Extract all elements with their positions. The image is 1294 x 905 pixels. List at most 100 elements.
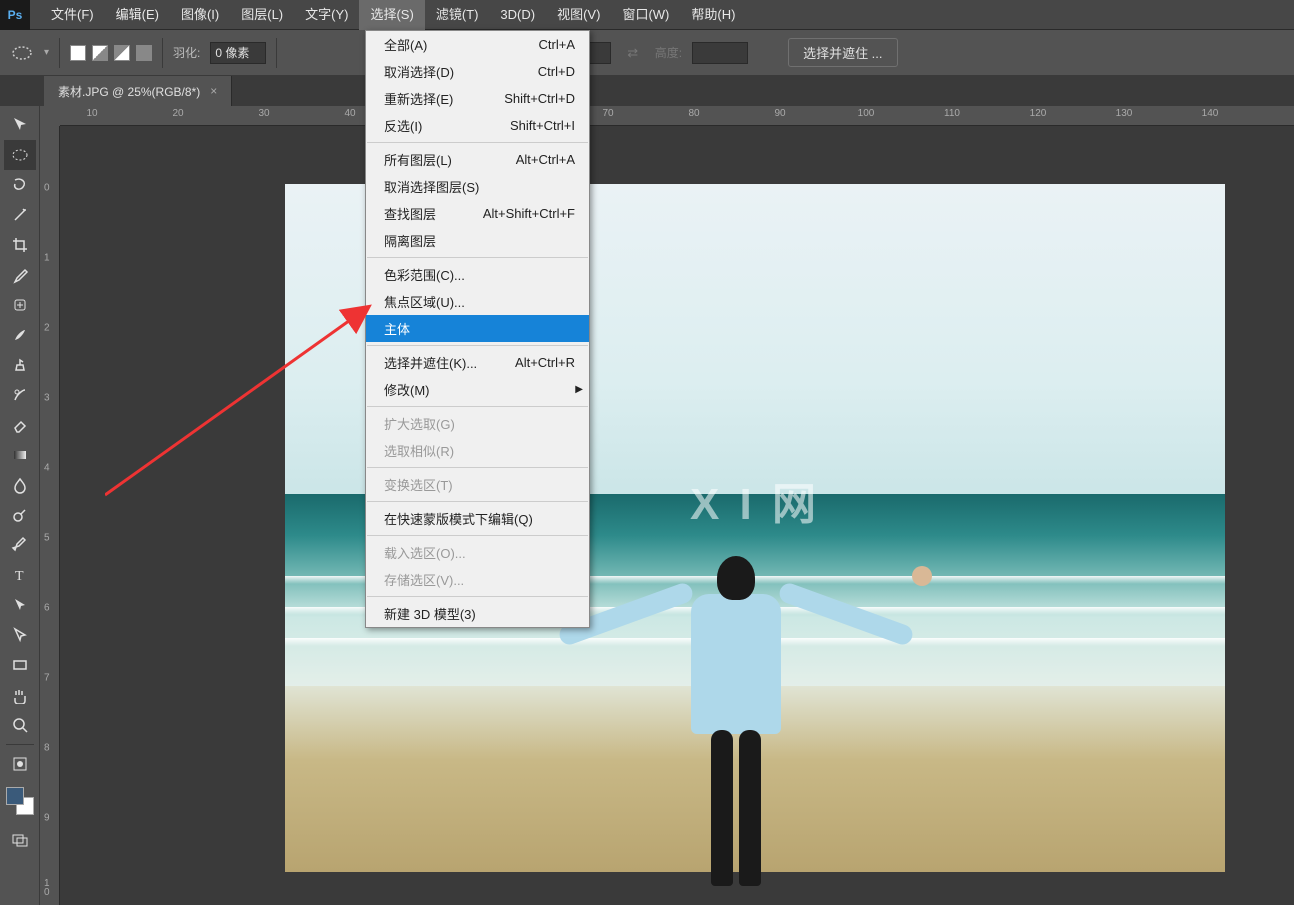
menu-cmd-label: 主体 (384, 319, 410, 338)
menu-item-8[interactable]: 视图(V) (546, 0, 611, 30)
workspace: 102030405060708090100110120130140 012345… (40, 106, 1294, 905)
menu-item-2[interactable]: 图像(I) (170, 0, 230, 30)
eraser-tool[interactable] (4, 410, 36, 440)
ps-logo-icon: Ps (0, 0, 30, 30)
menu-separator (367, 142, 588, 143)
menu-separator (367, 406, 588, 407)
canvas-area[interactable]: X I 网 (60, 126, 1294, 905)
zoom-tool[interactable] (4, 710, 36, 740)
menu-cmd-label: 选择并遮住(K)... (384, 353, 477, 372)
close-icon[interactable]: × (210, 84, 217, 98)
mode-subtract-selection-icon[interactable] (114, 45, 130, 61)
marquee-ellipse-tool[interactable] (4, 140, 36, 170)
document-tabs: 素材.JPG @ 25%(RGB/8*) × (0, 76, 1294, 106)
rectangle-tool[interactable] (4, 650, 36, 680)
menu-cmd-修改M[interactable]: 修改(M) ▶ (366, 376, 589, 403)
menu-cmd-主体[interactable]: 主体 (366, 315, 589, 342)
ruler-h-tick: 90 (774, 108, 785, 119)
menu-cmd-反选I[interactable]: 反选(I)Shift+Ctrl+I (366, 112, 589, 139)
menu-cmd-label: 查找图层 (384, 204, 436, 223)
height-label: 高度: (655, 44, 682, 61)
pen-tool[interactable] (4, 530, 36, 560)
type-tool[interactable]: T (4, 560, 36, 590)
direct-select-tool[interactable] (4, 620, 36, 650)
menu-cmd-焦点区域U[interactable]: 焦点区域(U)... (366, 288, 589, 315)
menu-cmd-色彩范围C[interactable]: 色彩范围(C)... (366, 261, 589, 288)
menu-separator (367, 257, 588, 258)
menu-cmd-label: 扩大选取(G) (384, 414, 455, 433)
document-tab[interactable]: 素材.JPG @ 25%(RGB/8*) × (44, 76, 232, 106)
menu-item-0[interactable]: 文件(F) (40, 0, 105, 30)
brush-tool[interactable] (4, 320, 36, 350)
menu-cmd-label: 修改(M) (384, 380, 430, 399)
menu-separator (367, 501, 588, 502)
menu-cmd-label: 重新选择(E) (384, 89, 453, 108)
screen-mode-toggle[interactable] (4, 825, 36, 855)
history-brush-tool[interactable] (4, 380, 36, 410)
menu-cmd-新建3D模型3[interactable]: 新建 3D 模型(3) (366, 600, 589, 627)
submenu-arrow-icon: ▶ (575, 384, 583, 395)
path-select-tool[interactable] (4, 590, 36, 620)
menu-item-9[interactable]: 窗口(W) (611, 0, 680, 30)
mode-new-selection-icon[interactable] (70, 45, 86, 61)
tool-preset-icon[interactable] (10, 41, 34, 65)
menu-item-6[interactable]: 滤镜(T) (425, 0, 490, 30)
ruler-v-tick: 4 (44, 464, 50, 473)
ruler-h-tick: 30 (258, 108, 269, 119)
mode-add-selection-icon[interactable] (92, 45, 108, 61)
move-tool[interactable] (4, 110, 36, 140)
gradient-tool[interactable] (4, 440, 36, 470)
ruler-h-tick: 120 (1030, 108, 1047, 119)
quickmask-toggle[interactable] (4, 749, 36, 779)
blur-tool[interactable] (4, 470, 36, 500)
menu-cmd-取消选择D[interactable]: 取消选择(D)Ctrl+D (366, 58, 589, 85)
ruler-v-tick: 9 (44, 814, 50, 823)
menu-cmd-shortcut: Ctrl+A (539, 37, 575, 52)
menu-cmd-在快速蒙版模式下编辑Q[interactable]: 在快速蒙版模式下编辑(Q) (366, 505, 589, 532)
crop-tool[interactable] (4, 230, 36, 260)
menu-item-5[interactable]: 选择(S) (359, 0, 424, 30)
color-swatches[interactable] (4, 785, 36, 817)
menu-cmd-label: 隔离图层 (384, 231, 436, 250)
fg-color-swatch[interactable] (6, 787, 24, 805)
healing-brush-tool[interactable] (4, 290, 36, 320)
ruler-v-tick: 7 (44, 674, 50, 683)
ruler-h-tick: 100 (858, 108, 875, 119)
select-and-mask-button[interactable]: 选择并遮住 ... (788, 38, 897, 67)
ruler-h-tick: 70 (602, 108, 613, 119)
menu-cmd-查找图层[interactable]: 查找图层Alt+Shift+Ctrl+F (366, 200, 589, 227)
ruler-v-tick: 10 (44, 879, 50, 897)
menu-item-3[interactable]: 图层(L) (230, 0, 294, 30)
menu-cmd-所有图层L[interactable]: 所有图层(L)Alt+Ctrl+A (366, 146, 589, 173)
menubar: Ps 文件(F)编辑(E)图像(I)图层(L)文字(Y)选择(S)滤镜(T)3D… (0, 0, 1294, 30)
menu-item-10[interactable]: 帮助(H) (680, 0, 746, 30)
menu-cmd-shortcut: Shift+Ctrl+D (504, 91, 575, 106)
menu-item-7[interactable]: 3D(D) (489, 0, 546, 30)
menu-cmd-全部A[interactable]: 全部(A)Ctrl+A (366, 31, 589, 58)
menu-cmd-shortcut: Alt+Ctrl+R (515, 355, 575, 370)
mode-intersect-selection-icon[interactable] (136, 45, 152, 61)
ruler-v-tick: 8 (44, 744, 50, 753)
menu-cmd-选择并遮住K[interactable]: 选择并遮住(K)... Alt+Ctrl+R (366, 349, 589, 376)
menu-cmd-shortcut: Alt+Ctrl+A (516, 152, 575, 167)
menu-cmd-取消选择图层S[interactable]: 取消选择图层(S) (366, 173, 589, 200)
svg-text:T: T (15, 569, 24, 584)
ruler-v-tick: 2 (44, 324, 50, 333)
menu-cmd-label: 载入选区(O)... (384, 543, 466, 562)
menu-cmd-隔离图层[interactable]: 隔离图层 (366, 227, 589, 254)
clone-stamp-tool[interactable] (4, 350, 36, 380)
lasso-tool[interactable] (4, 170, 36, 200)
menu-item-4[interactable]: 文字(Y) (294, 0, 359, 30)
menu-separator (367, 345, 588, 346)
eyedropper-tool[interactable] (4, 260, 36, 290)
menu-cmd-重新选择E[interactable]: 重新选择(E) Shift+Ctrl+D (366, 85, 589, 112)
menu-item-1[interactable]: 编辑(E) (105, 0, 170, 30)
magic-wand-tool[interactable] (4, 200, 36, 230)
ruler-v-tick: 1 (44, 254, 50, 263)
hand-tool[interactable] (4, 680, 36, 710)
dodge-tool[interactable] (4, 500, 36, 530)
select-menu-dropdown[interactable]: 全部(A)Ctrl+A取消选择(D)Ctrl+D 重新选择(E) Shift+Ctr… (365, 30, 590, 628)
canvas-person (636, 556, 836, 886)
menu-cmd-label: 取消选择图层(S) (384, 177, 479, 196)
feather-input[interactable] (210, 42, 266, 64)
